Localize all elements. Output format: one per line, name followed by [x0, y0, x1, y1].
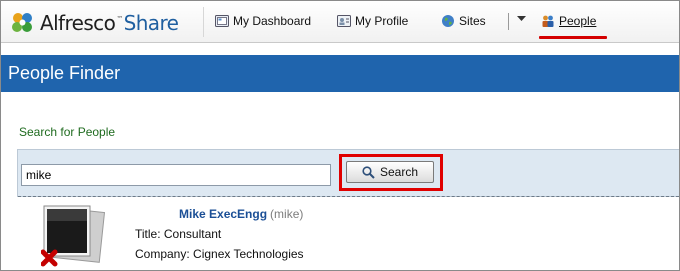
- person-name-link[interactable]: Mike ExecEngg (mike): [179, 207, 303, 221]
- nav-my-dashboard-label: My Dashboard: [233, 14, 312, 28]
- search-panel-divider: [18, 196, 679, 197]
- magnifier-icon: [362, 165, 375, 179]
- alfresco-flower-icon: [12, 13, 32, 32]
- nav-people[interactable]: People: [541, 14, 596, 28]
- search-for-people-label: Search for People: [19, 125, 116, 139]
- search-button[interactable]: Search: [346, 161, 434, 183]
- nav-sites-label: Sites: [459, 14, 486, 28]
- person-company: Company: Cignex Technologies: [135, 247, 304, 261]
- sites-dropdown-toggle[interactable]: [517, 16, 526, 22]
- app-window: Alfresco™Share My Dashboard My Profile S…: [0, 0, 680, 271]
- people-search-input[interactable]: [21, 164, 331, 186]
- person-title: Title: Consultant: [135, 227, 222, 241]
- no-photo-avatar: [41, 205, 106, 267]
- page-title: People Finder: [8, 63, 121, 83]
- alfresco-share-logo[interactable]: Alfresco™Share: [9, 10, 179, 36]
- header-divider: [203, 7, 204, 37]
- nav-divider: [508, 13, 509, 30]
- profile-icon: [337, 15, 351, 27]
- logo-text: Alfresco™Share: [40, 11, 179, 35]
- nav-people-label: People: [559, 14, 597, 28]
- nav-my-profile-label: My Profile: [355, 14, 409, 28]
- nav-my-profile[interactable]: My Profile: [337, 14, 408, 28]
- page-title-bar: People Finder: [1, 55, 679, 92]
- globe-icon: [442, 15, 454, 27]
- logo-product: Share: [123, 11, 179, 35]
- person-username: (mike): [270, 207, 304, 221]
- dashboard-icon: [215, 15, 229, 27]
- person-name: Mike ExecEngg: [179, 207, 268, 221]
- chevron-down-icon: [517, 16, 526, 21]
- people-icon: [542, 15, 554, 27]
- logo-brand: Alfresco: [40, 11, 116, 35]
- logo-trademark: ™: [116, 15, 123, 23]
- search-button-label: Search: [379, 165, 419, 179]
- people-highlight-underline: [539, 36, 607, 39]
- nav-sites[interactable]: Sites: [441, 14, 486, 28]
- nav-my-dashboard[interactable]: My Dashboard: [215, 14, 311, 28]
